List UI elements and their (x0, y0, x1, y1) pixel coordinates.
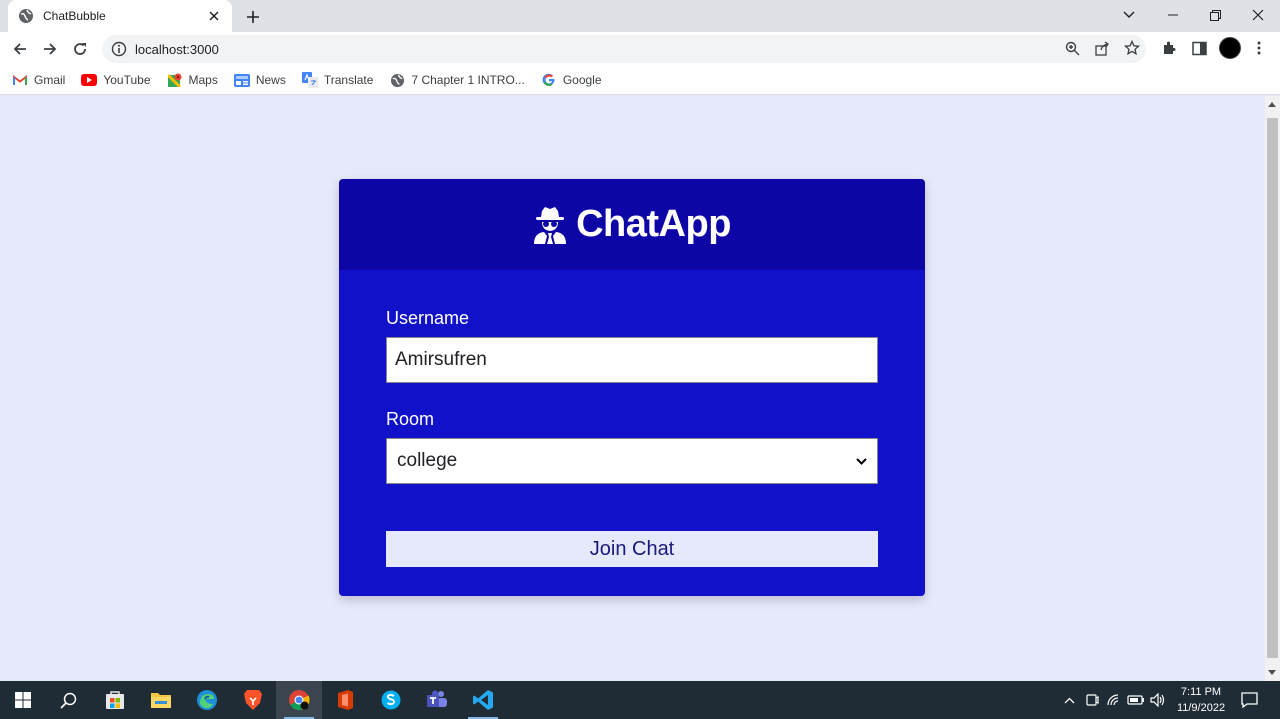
tab-search-icon[interactable] (1107, 0, 1151, 30)
card-header: ChatApp (339, 179, 925, 270)
bookmark-label: Gmail (34, 73, 66, 87)
store-icon[interactable] (92, 681, 138, 719)
restore-button[interactable] (1193, 0, 1237, 30)
maps-icon (167, 72, 183, 88)
tab-title: ChatBubble (43, 9, 106, 23)
search-icon[interactable] (45, 681, 91, 719)
volume-icon[interactable] (1149, 691, 1167, 709)
bookmark-news[interactable]: News (233, 72, 286, 88)
bookmark-label: Translate (323, 73, 374, 87)
google-icon (541, 72, 557, 88)
bookmark-gmail[interactable]: Gmail (12, 72, 65, 88)
bookmark-star-icon[interactable] (1121, 37, 1143, 59)
windows-taskbar: 7:11 PM 11/9/2022 (0, 681, 1280, 719)
menu-icon[interactable] (1248, 37, 1270, 59)
minimize-button[interactable] (1151, 0, 1195, 30)
clock-time: 7:11 PM (1180, 686, 1222, 698)
battery-icon[interactable] (1127, 691, 1145, 709)
bookmark-label: YouTube (103, 73, 151, 87)
bookmark-label: News (255, 73, 286, 87)
username-input[interactable] (386, 337, 878, 383)
news-icon (233, 72, 250, 88)
chevron-down-icon (856, 452, 867, 470)
app-title: ChatApp (576, 203, 731, 245)
address-bar[interactable]: localhost:3000 (102, 35, 1146, 63)
edge-icon[interactable] (184, 681, 230, 719)
scroll-thumb[interactable] (1267, 118, 1278, 658)
bookmark-label: 7 Chapter 1 INTRO... (411, 73, 525, 87)
browser-tab[interactable]: ChatBubble (8, 0, 232, 32)
forward-button[interactable] (38, 37, 62, 61)
extensions-icon[interactable] (1158, 37, 1180, 59)
room-select[interactable]: college (386, 438, 878, 484)
profile-avatar[interactable] (1219, 37, 1241, 59)
page-scrollbar[interactable] (1265, 96, 1280, 681)
url-text: localhost:3000 (135, 41, 219, 57)
skype-icon[interactable] (368, 681, 414, 719)
zoom-icon[interactable] (1061, 37, 1083, 59)
side-panel-icon[interactable] (1188, 37, 1210, 59)
new-tab-button[interactable] (242, 6, 264, 28)
bookmark-label: Google (562, 73, 602, 87)
teams-icon[interactable] (414, 681, 460, 719)
vscode-icon[interactable] (460, 681, 506, 719)
file-explorer-icon[interactable] (138, 681, 184, 719)
share-icon[interactable] (1091, 37, 1113, 59)
username-label: Username (386, 308, 470, 328)
room-selected-value: college (397, 450, 458, 471)
bookmark-translate[interactable]: Translate (301, 72, 374, 88)
globe-icon (389, 72, 405, 88)
close-window-button[interactable] (1236, 0, 1280, 30)
globe-icon (18, 8, 34, 24)
info-icon[interactable] (111, 41, 127, 57)
brave-icon[interactable] (230, 681, 276, 719)
bookmark-maps[interactable]: Maps (167, 72, 218, 88)
browser-toolbar: localhost:3000 (0, 32, 1280, 66)
chat-join-card: ChatApp Username Room college Join Chat (339, 179, 925, 596)
bookmark-google[interactable]: Google (541, 72, 602, 88)
join-form: Username Room college Join Chat (339, 270, 925, 596)
meet-now-icon[interactable] (1083, 691, 1101, 709)
bookmark-label: Maps (188, 73, 218, 87)
room-label: Room (386, 409, 435, 429)
gmail-icon (12, 72, 28, 88)
scroll-up-arrow-icon[interactable] (1268, 102, 1276, 107)
bookmarks-bar: Gmail YouTube Maps News Translate 7 Chap… (0, 66, 1280, 95)
chevron-up-icon[interactable] (1060, 691, 1078, 709)
notification-icon[interactable] (1240, 691, 1258, 709)
tab-strip: ChatBubble (0, 0, 1280, 32)
user-secret-icon (533, 206, 567, 244)
reload-button[interactable] (68, 37, 92, 61)
bookmark-chapter[interactable]: 7 Chapter 1 INTRO... (389, 72, 525, 88)
clock-date: 11/9/2022 (1176, 702, 1226, 714)
join-chat-button[interactable]: Join Chat (386, 531, 878, 567)
back-button[interactable] (8, 37, 32, 61)
chrome-icon[interactable] (276, 681, 322, 719)
scroll-down-arrow-icon[interactable] (1268, 670, 1276, 675)
bookmark-youtube[interactable]: YouTube (81, 72, 151, 88)
youtube-icon (81, 72, 98, 88)
taskbar-clock[interactable]: 7:11 PM 11/9/2022 (1170, 684, 1232, 716)
office-icon[interactable] (322, 681, 368, 719)
close-tab-icon[interactable] (206, 8, 222, 24)
start-button[interactable] (0, 681, 46, 719)
wifi-icon[interactable] (1106, 691, 1124, 709)
translate-icon (301, 72, 318, 88)
